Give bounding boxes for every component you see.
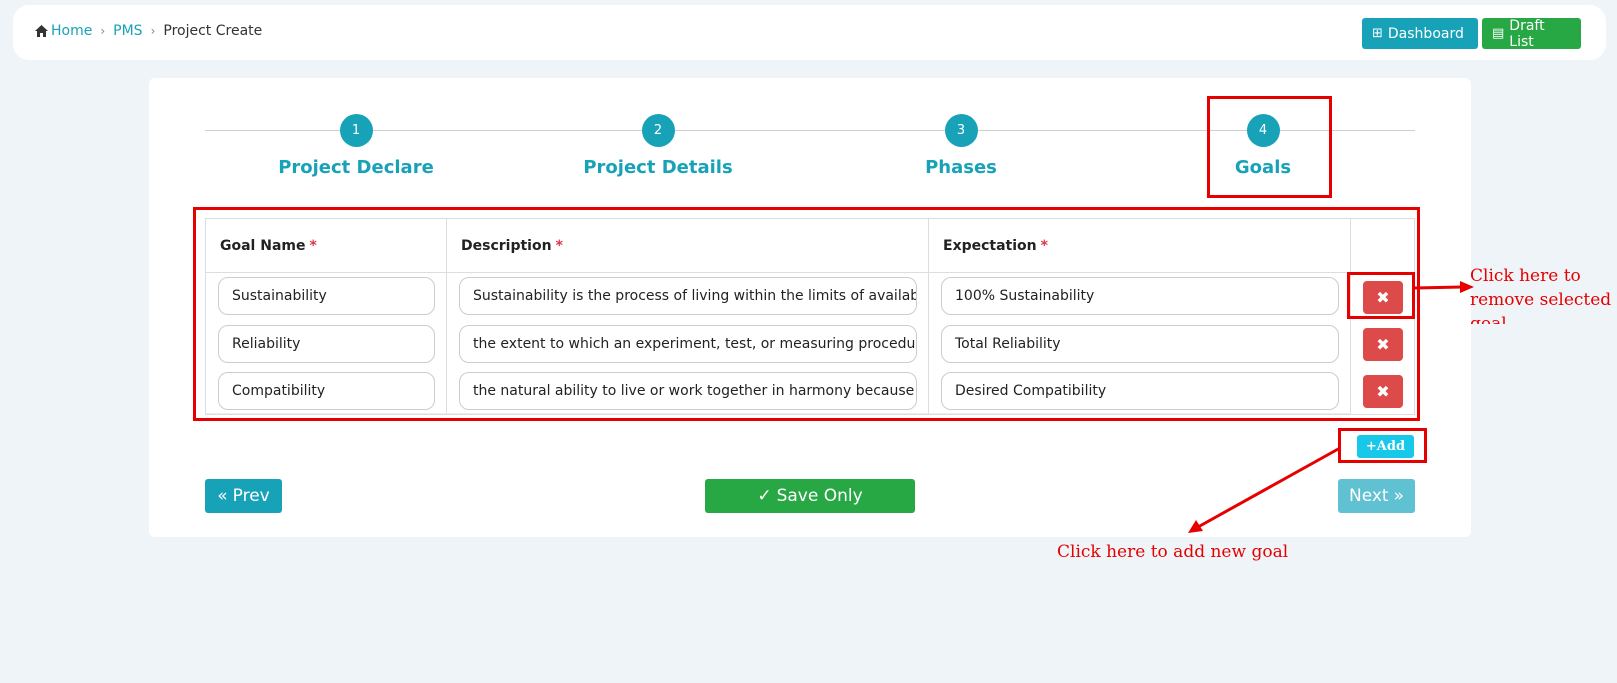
annotation-remove-text: Click here to remove selected goal	[1470, 266, 1612, 324]
annotation-arrows	[1188, 281, 1474, 533]
annotation-add-text: Click here to add new goal	[1057, 542, 1289, 562]
